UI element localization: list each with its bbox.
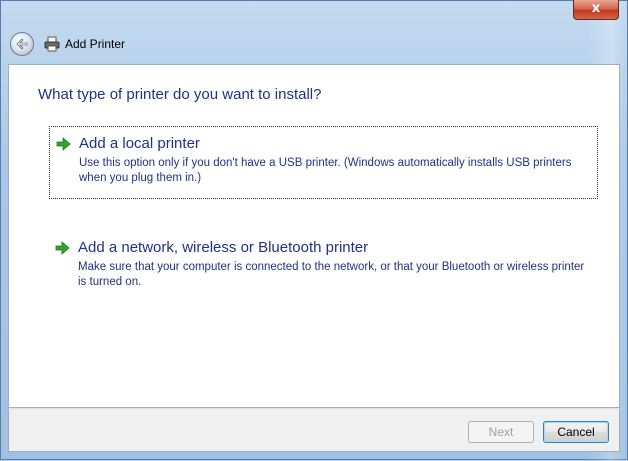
add-network-printer-option[interactable]: Add a network, wireless or Bluetooth pri… [49,231,598,291]
option-description: Make sure that your computer is connecte… [78,261,585,288]
cancel-button[interactable]: Cancel [543,421,609,443]
wizard-titlebar: Add Printer [8,30,608,60]
next-button[interactable]: Next [468,421,534,443]
close-icon: x [591,1,601,16]
back-button[interactable] [10,32,34,56]
green-arrow-icon [55,241,70,255]
option-title: Add a network, wireless or Bluetooth pri… [78,239,369,256]
window-title: Add Printer [65,37,126,51]
green-arrow-icon [56,137,71,151]
close-button[interactable]: x [573,0,619,20]
page-heading: What type of printer do you want to inst… [38,86,322,103]
option-title: Add a local printer [79,135,200,152]
back-arrow-icon [16,38,28,50]
add-local-printer-option[interactable]: Add a local printer Use this option only… [49,126,598,199]
option-description: Use this option only if you don't have a… [79,157,572,184]
printer-icon [44,36,60,52]
